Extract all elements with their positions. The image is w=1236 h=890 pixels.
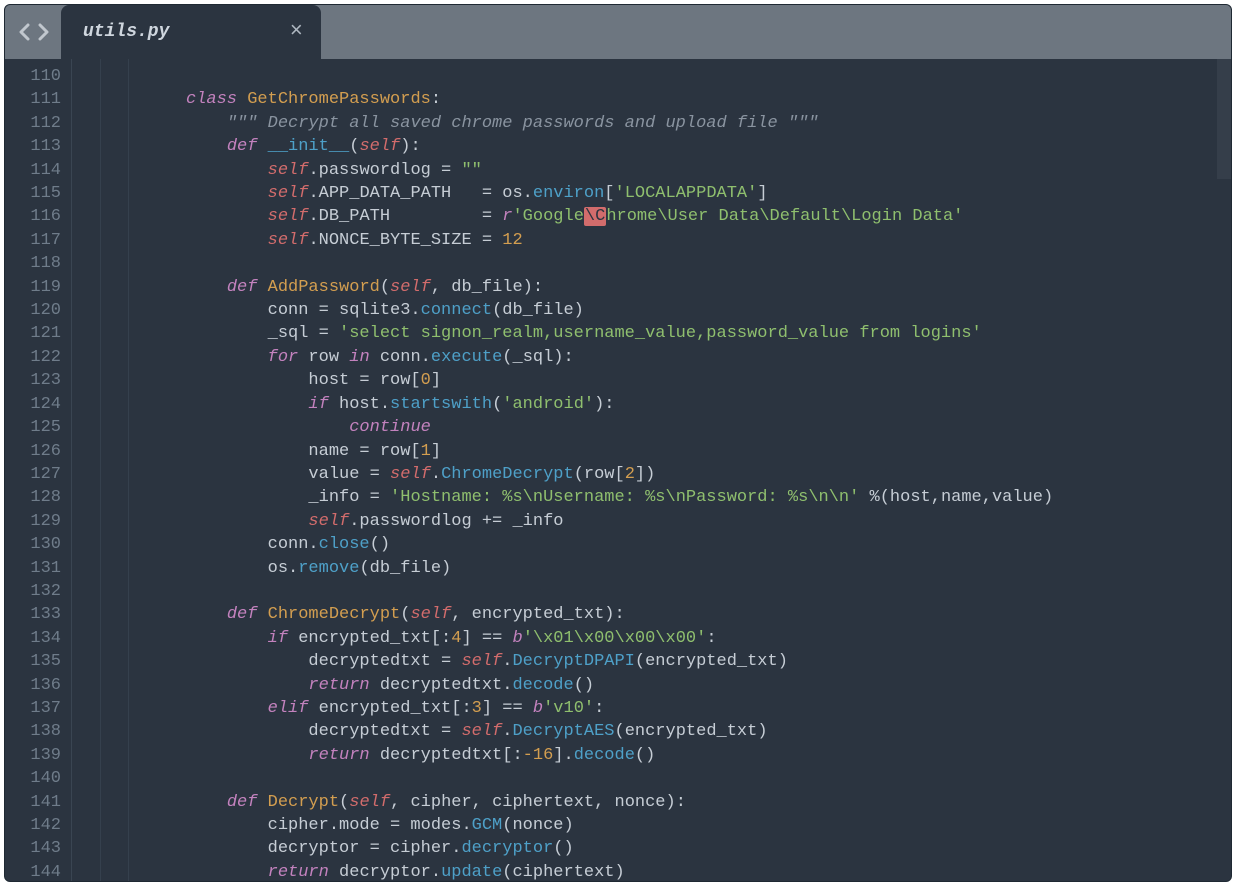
editor-window: utils.py × 11011111211311411511611711811…	[4, 4, 1232, 882]
tab-filename: utils.py	[83, 22, 169, 42]
indent-guides	[71, 59, 186, 881]
vertical-scrollbar[interactable]	[1217, 59, 1231, 881]
line-number-gutter: 1101111121131141151161171181191201211221…	[5, 59, 71, 881]
code-content[interactable]: class GetChromePasswords: """ Decrypt al…	[186, 59, 1231, 881]
editor-area[interactable]: 1101111121131141151161171181191201211221…	[5, 59, 1231, 881]
tab-active[interactable]: utils.py ×	[61, 5, 321, 59]
nav-back-icon[interactable]	[17, 22, 33, 42]
titlebar: utils.py ×	[5, 5, 1231, 59]
close-icon[interactable]: ×	[290, 21, 303, 43]
nav-forward-icon[interactable]	[35, 22, 51, 42]
nav-arrows	[5, 5, 61, 59]
